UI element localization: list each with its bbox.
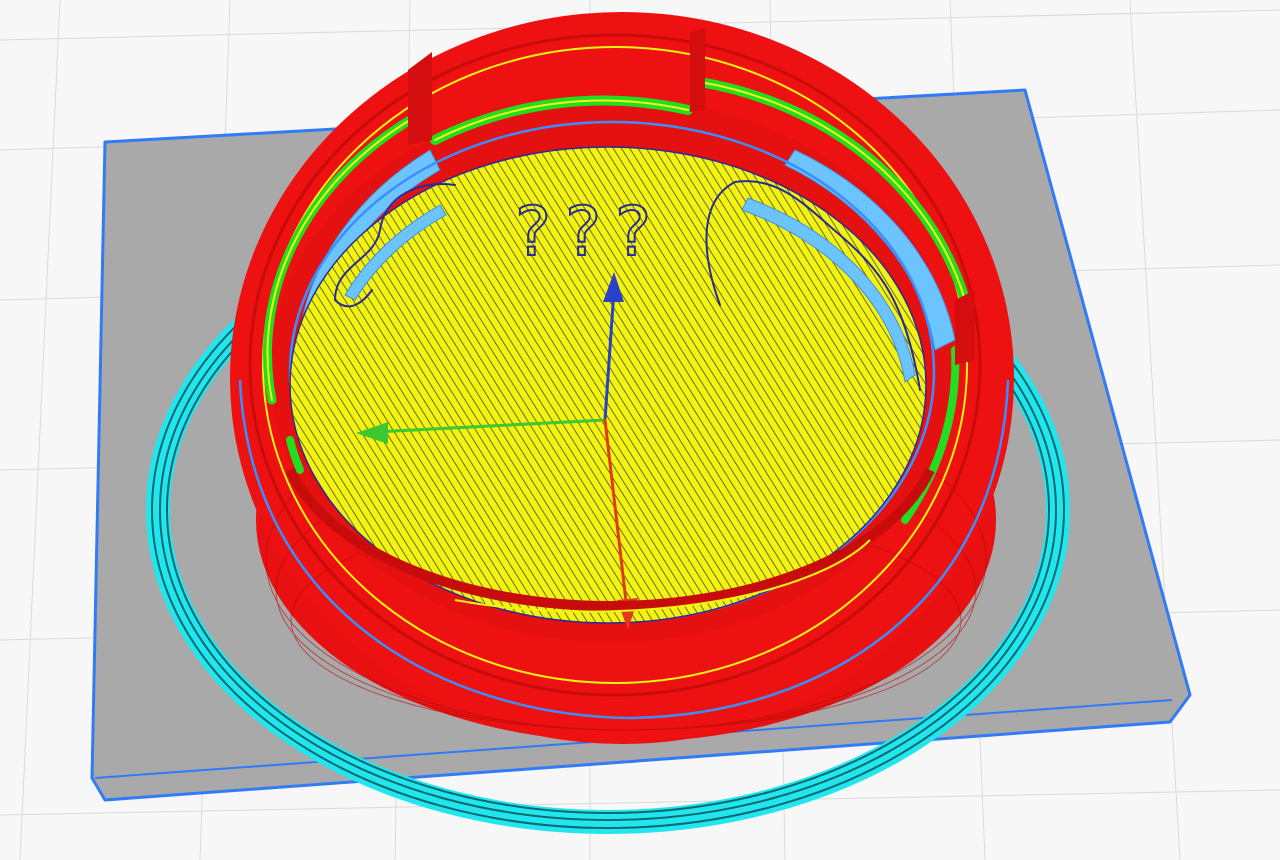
annotation-question-marks: ??? <box>515 193 665 272</box>
3d-viewport[interactable]: ??? <box>0 0 1280 860</box>
layer-preview-scene[interactable]: ??? <box>0 0 1280 860</box>
